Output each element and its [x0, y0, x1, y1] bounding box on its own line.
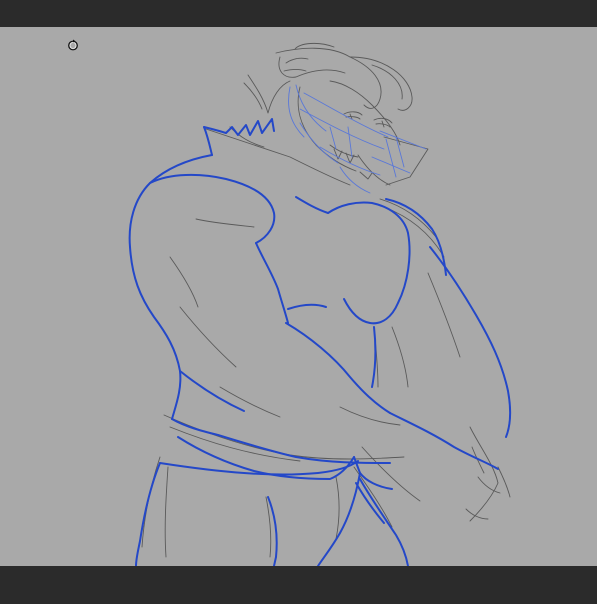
- bottom-toolbar: [0, 566, 597, 604]
- drawing-canvas[interactable]: [0, 27, 597, 566]
- top-toolbar: [0, 0, 597, 27]
- ink-layer: [128, 118, 512, 566]
- construction-layer: [288, 84, 427, 194]
- drawing-app: [0, 0, 597, 604]
- drawing-sketch: [128, 42, 512, 566]
